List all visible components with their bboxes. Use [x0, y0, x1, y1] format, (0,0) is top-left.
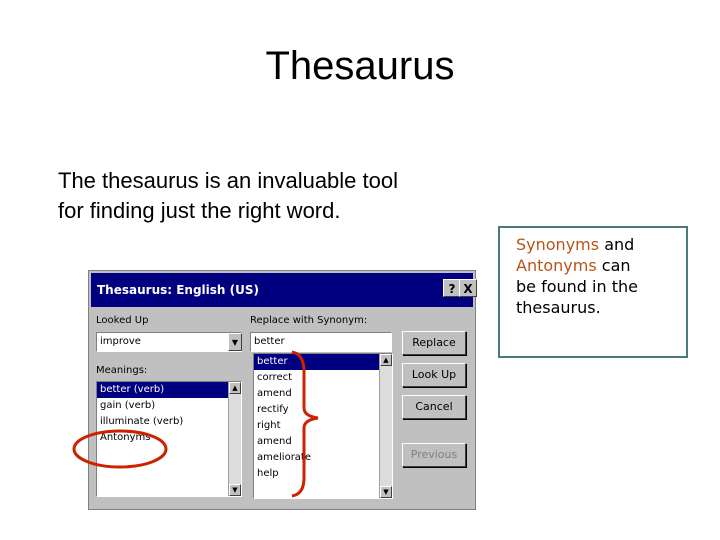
meaning-item-antonyms[interactable]: Antonyms [97, 430, 241, 446]
slide-title: Thesaurus [265, 44, 455, 88]
synonym-item[interactable]: right [254, 418, 392, 434]
scroll-up-icon[interactable]: ▲ [380, 354, 392, 366]
synonym-item[interactable]: help [254, 466, 392, 482]
replace-with-label: Replace with Synonym: [250, 315, 368, 326]
synonym-item[interactable]: better [254, 354, 392, 370]
meanings-label: Meanings: [96, 365, 148, 376]
synonym-item[interactable]: ameliorate [254, 450, 392, 466]
callout-line-4: thesaurus. [516, 298, 601, 317]
meaning-item[interactable]: better (verb) [97, 382, 241, 398]
synonym-item[interactable]: amend [254, 434, 392, 450]
body-line-1: The thesaurus is an invaluable tool [58, 168, 398, 193]
body-line-2: for finding just the right word. [58, 198, 341, 223]
chevron-down-icon[interactable]: ▼ [228, 333, 242, 351]
callout-synonyms: Synonyms [516, 235, 600, 254]
callout-line-3: be found in the [516, 277, 638, 296]
synonyms-list[interactable]: better correct amend rectify right amend… [253, 353, 393, 499]
callout-antonyms: Antonyms [516, 256, 597, 275]
scroll-down-icon[interactable]: ▼ [380, 486, 392, 498]
meanings-scrollbar[interactable]: ▲ ▼ [228, 382, 241, 496]
synonym-item[interactable]: correct [254, 370, 392, 386]
looked-up-value: improve [100, 336, 141, 347]
meaning-item[interactable]: gain (verb) [97, 398, 241, 414]
dialog-title: Thesaurus: English (US) [97, 283, 260, 297]
meanings-list[interactable]: better (verb) gain (verb) illuminate (ve… [96, 381, 242, 497]
look-up-button[interactable]: Look Up [402, 363, 466, 387]
replace-button[interactable]: Replace [402, 331, 466, 355]
synonym-item[interactable]: amend [254, 386, 392, 402]
meaning-item[interactable]: illuminate (verb) [97, 414, 241, 430]
scroll-up-icon[interactable]: ▲ [229, 382, 241, 394]
cancel-button[interactable]: Cancel [402, 395, 466, 419]
dialog-titlebar[interactable]: Thesaurus: English (US) ? X [91, 273, 477, 307]
callout-box: Synonyms and Antonyms can be found in th… [498, 226, 688, 358]
synonym-item[interactable]: rectify [254, 402, 392, 418]
thesaurus-dialog: Thesaurus: English (US) ? X Looked Up im… [88, 270, 477, 510]
looked-up-label: Looked Up [96, 315, 149, 326]
close-button[interactable]: X [459, 279, 477, 297]
replace-with-input[interactable]: better [250, 332, 392, 352]
synonyms-scrollbar[interactable]: ▲ ▼ [379, 354, 392, 498]
callout-and: and [604, 235, 635, 254]
callout-can: can [601, 256, 631, 275]
replace-with-value: better [254, 336, 285, 347]
previous-button[interactable]: Previous [402, 443, 466, 467]
scroll-down-icon[interactable]: ▼ [229, 484, 241, 496]
body-text: The thesaurus is an invaluable tool for … [58, 166, 498, 226]
looked-up-dropdown[interactable]: improve [96, 332, 242, 352]
